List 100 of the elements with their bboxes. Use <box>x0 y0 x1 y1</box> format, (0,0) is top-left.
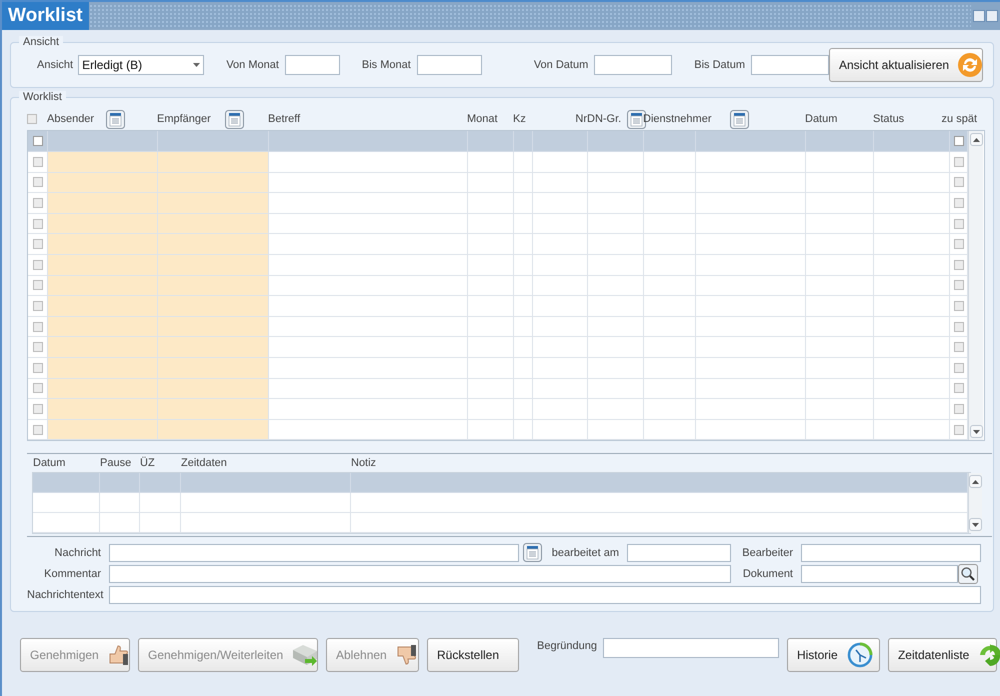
close-icon[interactable] <box>986 10 998 22</box>
calendar-icon[interactable] <box>730 110 750 128</box>
table-cell <box>806 378 874 400</box>
field-label: Von Monat <box>226 59 279 71</box>
table-cell <box>588 193 644 214</box>
table-cell <box>644 296 696 317</box>
table-cell <box>644 358 696 379</box>
checkbox[interactable] <box>32 218 42 229</box>
input-field[interactable] <box>751 55 829 75</box>
input-field[interactable] <box>109 565 731 584</box>
checkbox[interactable] <box>954 218 964 229</box>
checkbox[interactable] <box>32 322 42 332</box>
search-icon <box>961 567 975 582</box>
table-cell <box>468 378 514 400</box>
table-cell <box>644 193 696 214</box>
input-field[interactable] <box>416 55 482 75</box>
input-field[interactable] <box>627 544 731 562</box>
table-cell <box>806 399 874 420</box>
table-cell <box>806 193 874 214</box>
column-header: Dienstnehmer <box>643 113 712 125</box>
scroll-down-icon[interactable] <box>972 430 980 434</box>
table-cell <box>468 214 514 234</box>
checkbox[interactable] <box>32 383 42 394</box>
checkbox[interactable] <box>954 239 964 250</box>
checkbox[interactable] <box>32 260 42 270</box>
checkbox[interactable] <box>32 362 42 373</box>
checkbox[interactable] <box>954 342 964 352</box>
input-field[interactable] <box>109 586 981 604</box>
checkbox[interactable] <box>954 362 964 373</box>
table-cell <box>514 172 533 194</box>
table-cell <box>468 337 514 358</box>
defer-button[interactable]: Rückstellen <box>427 638 519 672</box>
checkbox[interactable] <box>32 404 42 414</box>
input-field[interactable] <box>801 565 958 584</box>
scrollbar[interactable] <box>968 473 982 534</box>
checkbox[interactable] <box>32 424 42 435</box>
field-label: Von Datum <box>534 59 588 71</box>
checkbox[interactable] <box>954 404 964 414</box>
table-cell <box>533 152 588 173</box>
checkbox[interactable] <box>32 177 42 188</box>
checkbox[interactable] <box>954 383 964 394</box>
table-cell <box>514 276 533 296</box>
scroll-down-icon[interactable] <box>972 522 979 527</box>
checkbox[interactable] <box>32 342 42 352</box>
table-cell <box>468 399 514 420</box>
checkbox[interactable] <box>954 322 964 332</box>
table-cell <box>468 420 514 440</box>
history-button[interactable]: Historie <box>786 638 880 672</box>
minimize-icon[interactable] <box>973 10 985 22</box>
column-header: Nr <box>575 113 587 125</box>
checkbox[interactable] <box>954 198 964 208</box>
table-cell <box>588 378 644 400</box>
table-cell <box>588 254 644 276</box>
table-cell <box>644 234 696 255</box>
checkbox[interactable] <box>32 198 42 208</box>
view-dropdown[interactable]: Erledigt (B) <box>78 55 204 75</box>
table-cell <box>468 193 514 214</box>
table-cell <box>514 399 533 420</box>
table-cell <box>806 234 874 255</box>
calendar-icon[interactable] <box>224 110 244 128</box>
table-cell <box>100 493 140 514</box>
checkbox[interactable] <box>32 300 42 311</box>
checkbox[interactable] <box>954 424 964 435</box>
input-field[interactable] <box>602 638 779 658</box>
table-cell <box>806 296 874 317</box>
table-cell <box>514 254 533 276</box>
checkbox[interactable] <box>954 156 964 167</box>
checkbox[interactable] <box>954 300 964 311</box>
checkbox[interactable] <box>27 114 37 124</box>
scrollbar[interactable] <box>968 131 983 440</box>
checkbox[interactable] <box>32 280 42 290</box>
calendar-icon[interactable] <box>106 110 126 128</box>
checkbox[interactable] <box>954 260 964 270</box>
table-cell <box>468 276 514 296</box>
checkbox[interactable] <box>954 136 964 146</box>
recycle-button[interactable]: Zeitdatenliste <box>888 638 997 672</box>
clock-icon <box>846 642 873 668</box>
table-cell <box>533 276 588 296</box>
table-cell <box>588 337 644 358</box>
table-cell <box>533 358 588 379</box>
checkbox[interactable] <box>32 136 42 146</box>
checkbox[interactable] <box>32 239 42 250</box>
refresh-button[interactable]: Ansicht aktualisieren <box>829 48 983 82</box>
table-cell <box>514 358 533 379</box>
checkbox[interactable] <box>32 156 42 167</box>
calendar-icon[interactable] <box>523 543 542 562</box>
table-cell <box>533 234 588 255</box>
column-header: Monat <box>467 113 498 125</box>
input-field[interactable] <box>594 55 672 75</box>
input-field[interactable] <box>284 55 340 75</box>
scroll-up-icon[interactable] <box>972 480 979 484</box>
checkbox[interactable] <box>954 177 964 188</box>
input-field[interactable] <box>109 544 519 562</box>
table-cell <box>514 234 533 255</box>
table-cell <box>468 172 514 194</box>
input-field[interactable] <box>801 544 981 562</box>
checkbox[interactable] <box>954 280 964 290</box>
search-button[interactable] <box>958 564 978 584</box>
table-cell <box>588 172 644 194</box>
scroll-up-icon[interactable] <box>972 138 980 142</box>
